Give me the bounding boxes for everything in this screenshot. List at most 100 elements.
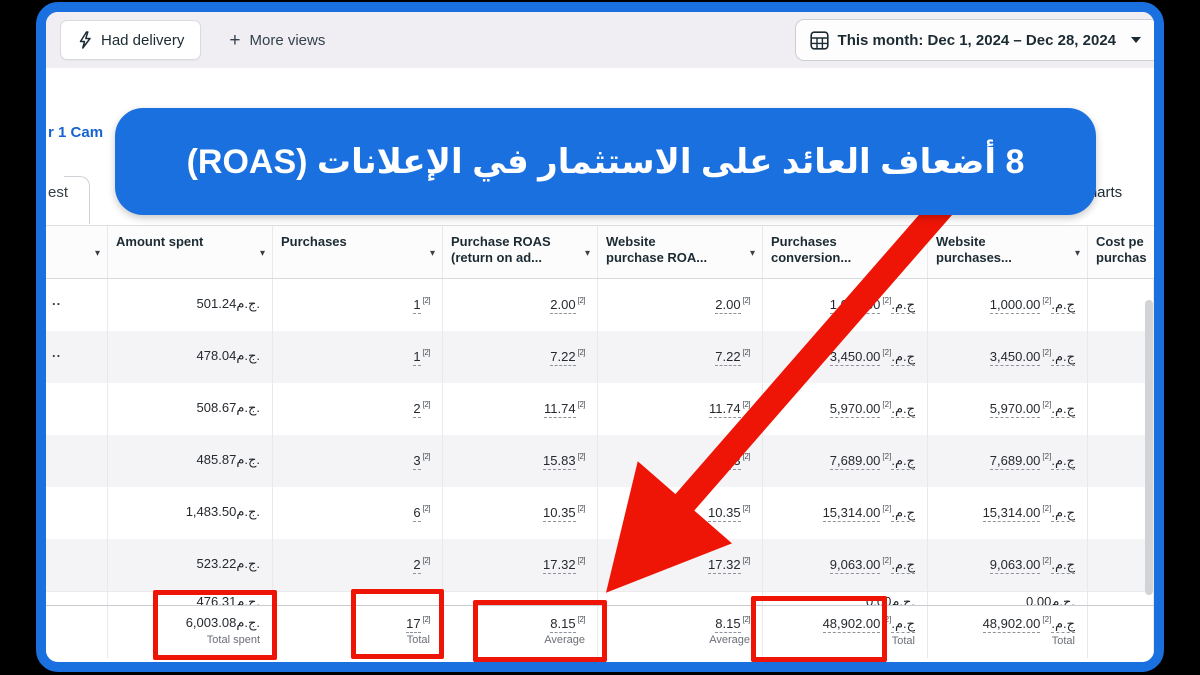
website-purchases-value-cell: 0.00ج.م. — [928, 592, 1088, 605]
ad-name-cell[interactable] — [46, 539, 108, 591]
footnote-marker: [2] — [882, 504, 892, 513]
purchases-cell[interactable]: 2 [2] — [273, 383, 443, 435]
website-roas-cell[interactable]: 7.22 [2] — [598, 331, 763, 383]
website-purchases-value-cell[interactable]: 5,970.00ج.م.[2] — [928, 383, 1088, 435]
footnote-marker: [2] — [1042, 615, 1052, 624]
footnote-marker: [2] — [422, 296, 431, 305]
conversion-value-cell[interactable]: 7,689.00ج.م.[2] — [763, 435, 928, 487]
footnote-marker: [2] — [1042, 400, 1052, 409]
website-roas-cell[interactable]: 2.00 [2] — [598, 279, 763, 331]
table-header-row: ▾ Amount spent ▾ Purchases ▾ Purchase ROAS… — [46, 225, 1154, 279]
website-purchases-value-cell[interactable]: 15,314.00ج.م.[2] — [928, 487, 1088, 539]
footnote-marker: [2] — [742, 504, 751, 513]
purchase-roas-cell[interactable]: 10.35 [2] — [443, 487, 598, 539]
date-range-picker[interactable]: This month: Dec 1, 2024 – Dec 28, 2024 — [794, 19, 1154, 61]
footnote-marker: [2] — [882, 556, 892, 565]
table-row: 1,483.50ج.م. 6 [2] 10.35 [2] 10.35 [2] 15,3… — [46, 487, 1154, 539]
column-header-amount-spent[interactable]: Amount spent ▾ — [108, 226, 273, 278]
website-roas-cell[interactable]: 10.35 [2] — [598, 487, 763, 539]
footnote-marker: [2] — [422, 348, 431, 357]
footnote-marker: [2] — [577, 452, 586, 461]
filters-toolbar: Had delivery + More views This month: De… — [46, 12, 1154, 68]
purchases-cell[interactable]: 2 [2] — [273, 539, 443, 591]
website-purchases-value-cell[interactable]: 9,063.00ج.م.[2] — [928, 539, 1088, 591]
column-header-website-purchase-roas[interactable]: Website purchase ROA... ▾ — [598, 226, 763, 278]
tab-test-fragment[interactable]: est — [48, 184, 68, 201]
ad-name-cell[interactable] — [46, 487, 108, 539]
more-views-label: More views — [249, 31, 326, 49]
footnote-marker: [2] — [577, 556, 586, 565]
website-roas-cell[interactable]: 15.83 [2] — [598, 435, 763, 487]
conversion-value-cell[interactable]: 15,314.00ج.م.[2] — [763, 487, 928, 539]
purchases-cell[interactable]: 3 [2] — [273, 435, 443, 487]
total-website-purchases-cell[interactable]: 48,902.00ج.م.[2] Total — [928, 606, 1088, 658]
website-purchases-value-cell[interactable]: 1,000.00ج.م.[2] — [928, 279, 1088, 331]
column-header-website-purchases[interactable]: Website purchases... ▾ — [928, 226, 1088, 278]
sort-caret-icon[interactable]: ▾ — [430, 246, 435, 262]
footnote-marker: [2] — [1042, 452, 1052, 461]
amount-spent-cell: 485.87ج.م. — [108, 435, 273, 487]
column-header-cost-per-purchase[interactable]: Cost pe purchas — [1088, 226, 1154, 278]
purchase-roas-cell[interactable]: 11.74 [2] — [443, 383, 598, 435]
amount-spent-cell: 508.67ج.م. — [108, 383, 273, 435]
footnote-marker: [2] — [882, 452, 892, 461]
column-header-purchases[interactable]: Purchases ▾ — [273, 226, 443, 278]
footnote-marker: [2] — [577, 296, 586, 305]
breadcrumb-fragment[interactable]: r 1 Cam — [48, 124, 103, 141]
ad-name-cell[interactable] — [46, 383, 108, 435]
website-purchases-value-cell[interactable]: 3,450.00ج.م.[2] — [928, 331, 1088, 383]
footnote-marker: [2] — [882, 348, 892, 357]
sort-caret-icon[interactable]: ▾ — [95, 246, 100, 262]
chevron-down-icon — [1131, 37, 1141, 43]
highlight-box-average-roas — [473, 600, 607, 662]
sort-caret-icon[interactable]: ▾ — [750, 246, 755, 262]
date-range-label: This month: Dec 1, 2024 – Dec 28, 2024 — [837, 31, 1116, 49]
website-purchases-value-cell[interactable]: 7,689.00ج.م.[2] — [928, 435, 1088, 487]
table-row: 508.67ج.م. 2 [2] 11.74 [2] 11.74 [2] 5,970.… — [46, 383, 1154, 435]
column-header-purchases-conversion[interactable]: Purchases conversion... — [763, 226, 928, 278]
footnote-marker: [2] — [1042, 348, 1052, 357]
purchases-cell[interactable]: 6 [2] — [273, 487, 443, 539]
purchase-roas-cell[interactable]: 15.83 [2] — [443, 435, 598, 487]
footnote-marker: [2] — [422, 556, 431, 565]
footnote-marker: [2] — [1042, 556, 1052, 565]
purchase-roas-cell[interactable]: 17.32 [2] — [443, 539, 598, 591]
column-header-name[interactable]: ▾ — [46, 226, 108, 278]
column-header-purchase-roas[interactable]: Purchase ROAS (return on ad... ▾ — [443, 226, 598, 278]
footnote-marker: [2] — [577, 348, 586, 357]
footnote-marker: [2] — [882, 296, 892, 305]
average-website-roas-cell[interactable]: 8.15 [2] Average — [598, 606, 763, 658]
conversion-value-cell[interactable]: 1,000.00ج.م.[2] — [763, 279, 928, 331]
sort-caret-icon[interactable]: ▾ — [585, 246, 590, 262]
conversion-value-cell[interactable]: 5,970.00ج.م.[2] — [763, 383, 928, 435]
more-views-button[interactable]: + More views — [229, 31, 325, 50]
footnote-marker: [2] — [1042, 504, 1052, 513]
total-label: Total — [1051, 635, 1075, 647]
footnote-marker: [2] — [577, 504, 586, 513]
conversion-value-cell[interactable]: 3,450.00ج.م.[2] — [763, 331, 928, 383]
table-row: .. 501.24ج.م. 1 [2] 2.00 [2] 2.00 [2] 1,000… — [46, 279, 1154, 331]
sort-caret-icon[interactable]: ▾ — [1075, 246, 1080, 262]
purchase-roas-cell[interactable]: 7.22 [2] — [443, 331, 598, 383]
footnote-marker: [2] — [1042, 296, 1052, 305]
had-delivery-filter-button[interactable]: Had delivery — [60, 20, 202, 60]
ad-name-cell[interactable]: .. — [46, 331, 108, 383]
ad-name-cell[interactable]: .. — [46, 279, 108, 331]
highlight-box-total-purchases — [351, 589, 444, 659]
purchases-cell[interactable]: 1 [2] — [273, 279, 443, 331]
footnote-marker: [2] — [742, 296, 751, 305]
vertical-scrollbar[interactable] — [1145, 300, 1153, 595]
sort-caret-icon[interactable]: ▾ — [260, 246, 265, 262]
website-roas-cell[interactable]: 17.32 [2] — [598, 539, 763, 591]
footnote-marker: [2] — [422, 400, 431, 409]
website-roas-cell[interactable]: 11.74 [2] — [598, 383, 763, 435]
purchases-cell[interactable]: 1 [2] — [273, 331, 443, 383]
ad-name-cell[interactable] — [46, 435, 108, 487]
purchase-roas-cell[interactable]: 2.00 [2] — [443, 279, 598, 331]
screenshot-stage: Had delivery + More views This month: De… — [0, 0, 1200, 675]
amount-spent-cell: 501.24ج.م. — [108, 279, 273, 331]
footnote-marker: [2] — [742, 615, 751, 624]
footnote-marker: [2] — [422, 504, 431, 513]
conversion-value-cell[interactable]: 9,063.00ج.م.[2] — [763, 539, 928, 591]
footnote-marker: [2] — [577, 400, 586, 409]
